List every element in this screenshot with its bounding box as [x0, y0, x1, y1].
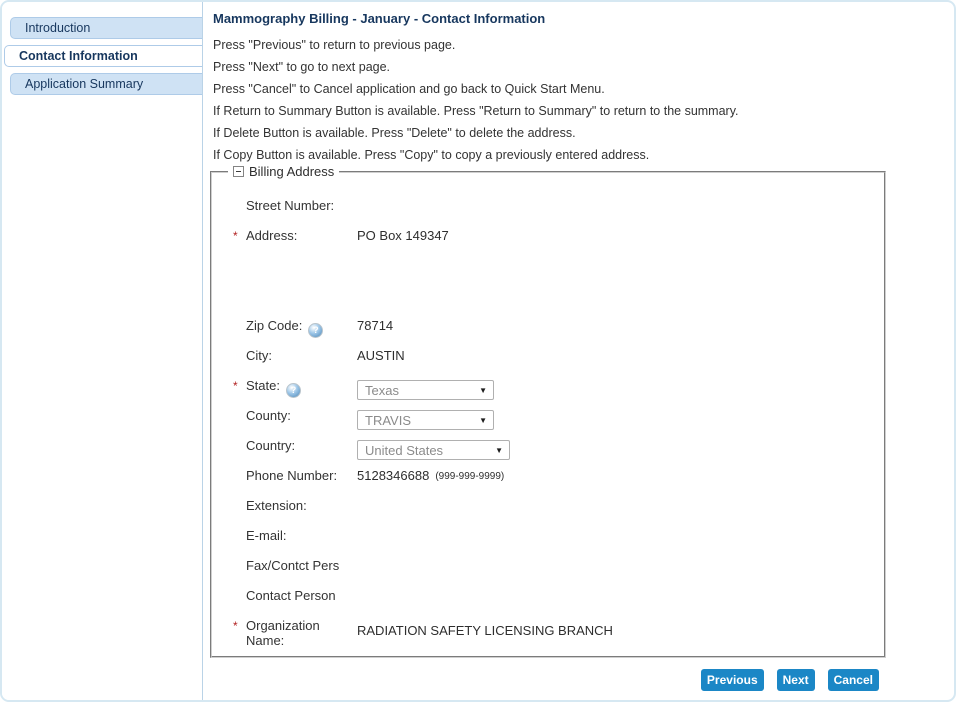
- form-row-zip-code: Zip Code:?78714: [212, 311, 884, 341]
- field-label-text: Street Number:: [246, 198, 334, 213]
- field-value-cell: RADIATION SAFETY LICENSING BRANCH: [357, 611, 613, 655]
- form-row-extension: Extension:: [212, 491, 884, 521]
- fieldset-legend-label: Billing Address: [249, 164, 334, 179]
- field-label: Country:: [246, 431, 357, 461]
- state-select[interactable]: Texas ▼: [357, 380, 494, 400]
- field-label-text: Address:: [246, 228, 297, 243]
- instruction-text: If Copy Button is available. Press "Copy…: [213, 148, 954, 163]
- required-marker: *: [233, 619, 238, 633]
- form-row-e-mail: E-mail:: [212, 521, 884, 551]
- previous-button[interactable]: Previous: [701, 669, 764, 691]
- field-value-cell: 78714: [357, 311, 393, 341]
- field-label-text: Phone Number:: [246, 468, 337, 483]
- field-label: Contact Person: [246, 581, 357, 611]
- field-value: AUSTIN: [357, 348, 405, 363]
- field-label: Phone Number:: [246, 461, 357, 491]
- instruction-text: If Delete Button is available. Press "De…: [213, 126, 954, 141]
- field-value: 78714: [357, 318, 393, 333]
- sidebar: Introduction Contact Information Applicati…: [2, 2, 203, 700]
- chevron-down-icon: ▼: [495, 446, 503, 455]
- sidebar-tab-application-summary[interactable]: Application Summary: [10, 73, 202, 95]
- billing-address-fieldset: Billing Address Street Number:*Address:P…: [210, 171, 886, 658]
- next-button[interactable]: Next: [777, 669, 815, 691]
- county-select[interactable]: TRAVIS ▼: [357, 410, 494, 430]
- cancel-button[interactable]: Cancel: [828, 669, 879, 691]
- required-marker: *: [233, 229, 238, 243]
- field-label: City:: [246, 341, 357, 371]
- instruction-text: Press "Previous" to return to previous p…: [213, 38, 954, 53]
- form-row-state: * State:? Texas ▼: [212, 371, 884, 401]
- sidebar-tab-introduction[interactable]: Introduction: [10, 17, 202, 39]
- field-label-text: State:: [246, 378, 280, 393]
- field-label-text: County:: [246, 408, 291, 423]
- form-row-fax-contct-pers: Fax/Contct Pers: [212, 551, 884, 581]
- footer: Previous Next Cancel: [210, 669, 886, 691]
- field-label: Street Number:: [246, 191, 357, 221]
- field-value-cell: United States ▼: [357, 431, 510, 461]
- field-label-text: Extension:: [246, 498, 307, 513]
- form-row-address: * Address: PO Box 149347: [212, 221, 884, 311]
- selected-option: Texas: [365, 383, 399, 398]
- field-label-text: E-mail:: [246, 528, 286, 543]
- form-row-city: City: AUSTIN: [212, 341, 884, 371]
- form-row-phone-number: Phone Number: 5128346688 (999-999-9999): [212, 461, 884, 491]
- field-value-cell: TRAVIS ▼: [357, 401, 494, 431]
- form-row-organization-name: * Organization Name: RADIATION SAFETY LICE…: [212, 611, 884, 655]
- field-value-cell: Texas ▼: [357, 371, 494, 401]
- field-value-cell: 5128346688 (999-999-9999): [357, 461, 504, 491]
- instruction-text: Press "Cancel" to Cancel application and…: [213, 82, 954, 97]
- instruction-text: Press "Next" to go to next page.: [213, 60, 954, 75]
- field-value: RADIATION SAFETY LICENSING BRANCH: [357, 623, 613, 638]
- form-row-contact-person: Contact Person: [212, 581, 884, 611]
- collapse-icon[interactable]: [233, 166, 244, 177]
- form-fields: Street Number: * Address: PO Box 149347 Zip …: [212, 173, 884, 655]
- field-label-text: Organization Name:: [246, 618, 320, 648]
- field-label-text: Fax/Contct Pers: [246, 558, 339, 573]
- field-label: Organization Name:: [246, 611, 357, 655]
- required-marker: *: [233, 379, 238, 393]
- instruction-text: If Return to Summary Button is available…: [213, 104, 954, 119]
- field-value-cell: AUSTIN: [357, 341, 405, 371]
- sidebar-tab-contact-information[interactable]: Contact Information: [4, 45, 202, 67]
- field-value: PO Box 149347: [357, 228, 449, 243]
- chevron-down-icon: ▼: [479, 386, 487, 395]
- page-title: Mammography Billing - January - Contact …: [213, 11, 954, 26]
- field-label: Address:: [246, 221, 357, 311]
- field-label-text: City:: [246, 348, 272, 363]
- fieldset-legend: Billing Address: [228, 164, 339, 179]
- help-icon[interactable]: ?: [308, 323, 323, 338]
- field-label-text: Country:: [246, 438, 295, 453]
- main-content: Mammography Billing - January - Contact …: [203, 2, 954, 700]
- field-label: State:?: [246, 371, 357, 401]
- selected-option: United States: [365, 443, 443, 458]
- application-window: Introduction Contact Information Applicati…: [0, 0, 956, 702]
- field-label: County:: [246, 401, 357, 431]
- form-row-country: Country: United States ▼: [212, 431, 884, 461]
- form-row-county: County: TRAVIS ▼: [212, 401, 884, 431]
- selected-option: TRAVIS: [365, 413, 411, 428]
- field-label: Extension:: [246, 491, 357, 521]
- form-row-street-number: Street Number:: [212, 191, 884, 221]
- field-label-text: Zip Code:: [246, 318, 302, 333]
- field-label: Zip Code:?: [246, 311, 357, 341]
- field-label: E-mail:: [246, 521, 357, 551]
- help-icon[interactable]: ?: [286, 383, 301, 398]
- country-select[interactable]: United States ▼: [357, 440, 510, 460]
- chevron-down-icon: ▼: [479, 416, 487, 425]
- instructions: Press "Previous" to return to previous p…: [211, 38, 954, 163]
- field-label: Fax/Contct Pers: [246, 551, 357, 581]
- field-value-cell: PO Box 149347: [357, 221, 449, 311]
- format-hint: (999-999-9999): [435, 468, 504, 482]
- field-label-text: Contact Person: [246, 588, 336, 603]
- field-value: 5128346688: [357, 468, 429, 483]
